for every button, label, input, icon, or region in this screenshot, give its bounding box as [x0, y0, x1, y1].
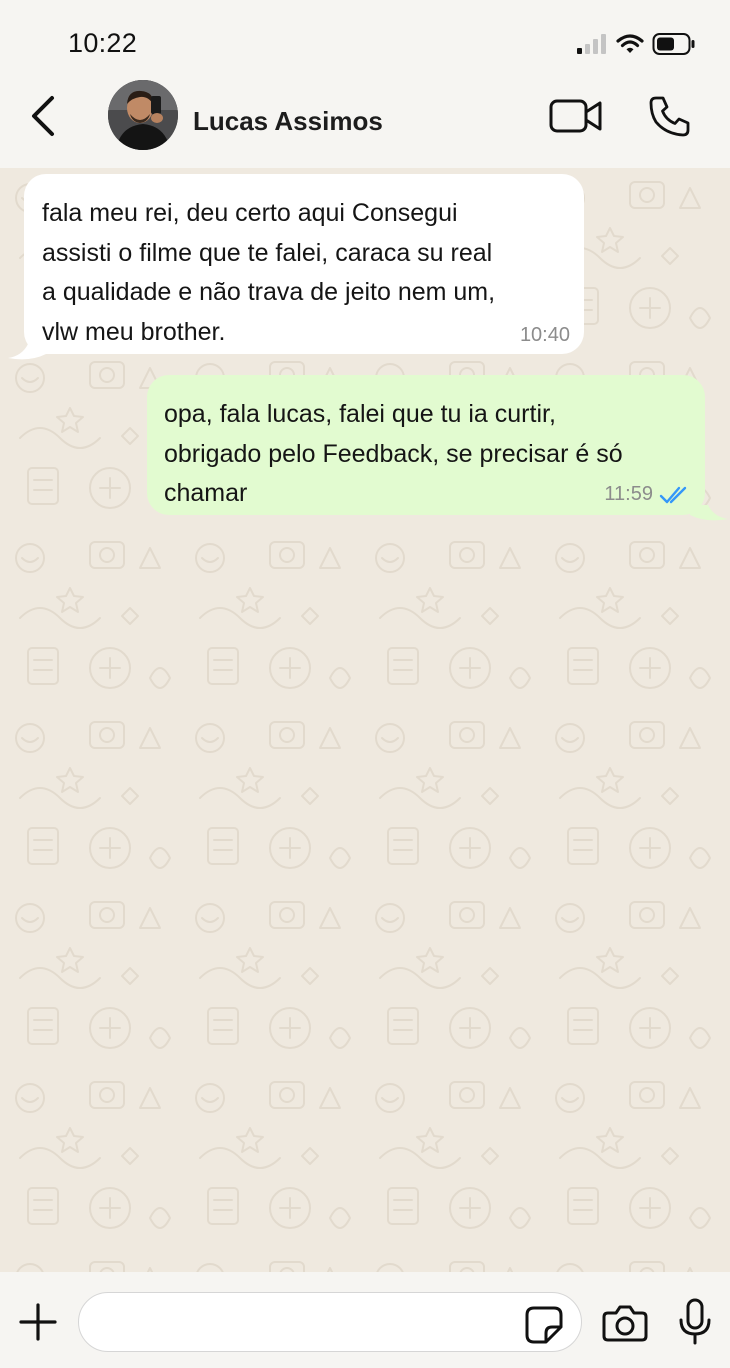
back-button[interactable]: [22, 92, 62, 140]
chat-area[interactable]: fala meu rei, deu certo aqui Consegui as…: [0, 168, 730, 1272]
outgoing-message-bubble[interactable]: opa, fala lucas, falei que tu ia curtir,…: [147, 375, 705, 515]
attach-button[interactable]: [18, 1302, 58, 1342]
contact-avatar[interactable]: [108, 80, 178, 150]
incoming-message-bubble[interactable]: fala meu rei, deu certo aqui Consegui as…: [24, 174, 584, 354]
plus-icon: [19, 1303, 57, 1341]
message-time: 11:59: [604, 483, 653, 505]
sticker-icon: [525, 1306, 563, 1344]
microphone-button[interactable]: [678, 1298, 712, 1346]
message-input-bar: [0, 1272, 730, 1368]
phone-icon: [649, 96, 690, 137]
video-call-button[interactable]: [549, 98, 603, 134]
chat-header: Lucas Assimos: [0, 72, 730, 168]
status-icons: [576, 30, 696, 58]
message-line: a qualidade e não trava de jeito nem um,: [42, 278, 496, 306]
sticker-button[interactable]: [524, 1305, 564, 1345]
message-time: 10:40: [519, 324, 570, 346]
wifi-icon: [616, 34, 644, 53]
status-bar: 10:22: [0, 0, 730, 80]
status-time: 10:22: [68, 28, 138, 58]
avatar-photo: [108, 80, 178, 150]
message-line: opa, fala lucas, falei que tu ia curtir,: [164, 400, 556, 428]
message-line: obrigado pelo Feedback, se precisar é só: [164, 439, 623, 468]
camera-icon: [602, 1305, 648, 1342]
message-line: vlw meu brother.: [42, 317, 226, 346]
voice-call-button[interactable]: [648, 94, 692, 138]
signal-icon: [577, 34, 606, 54]
camera-button[interactable]: [602, 1304, 648, 1342]
battery-icon: [652, 33, 695, 55]
contact-name[interactable]: Lucas Assimos: [193, 106, 383, 137]
chevron-left-icon: [32, 96, 54, 136]
message-input[interactable]: [78, 1292, 582, 1352]
message-line: assisti o filme que te falei, caraca su …: [42, 238, 493, 267]
read-receipt-icon: [659, 486, 687, 504]
microphone-icon: [679, 1298, 711, 1345]
message-line: fala meu rei, deu certo aqui Consegui: [42, 199, 458, 227]
video-call-icon: [549, 99, 602, 133]
